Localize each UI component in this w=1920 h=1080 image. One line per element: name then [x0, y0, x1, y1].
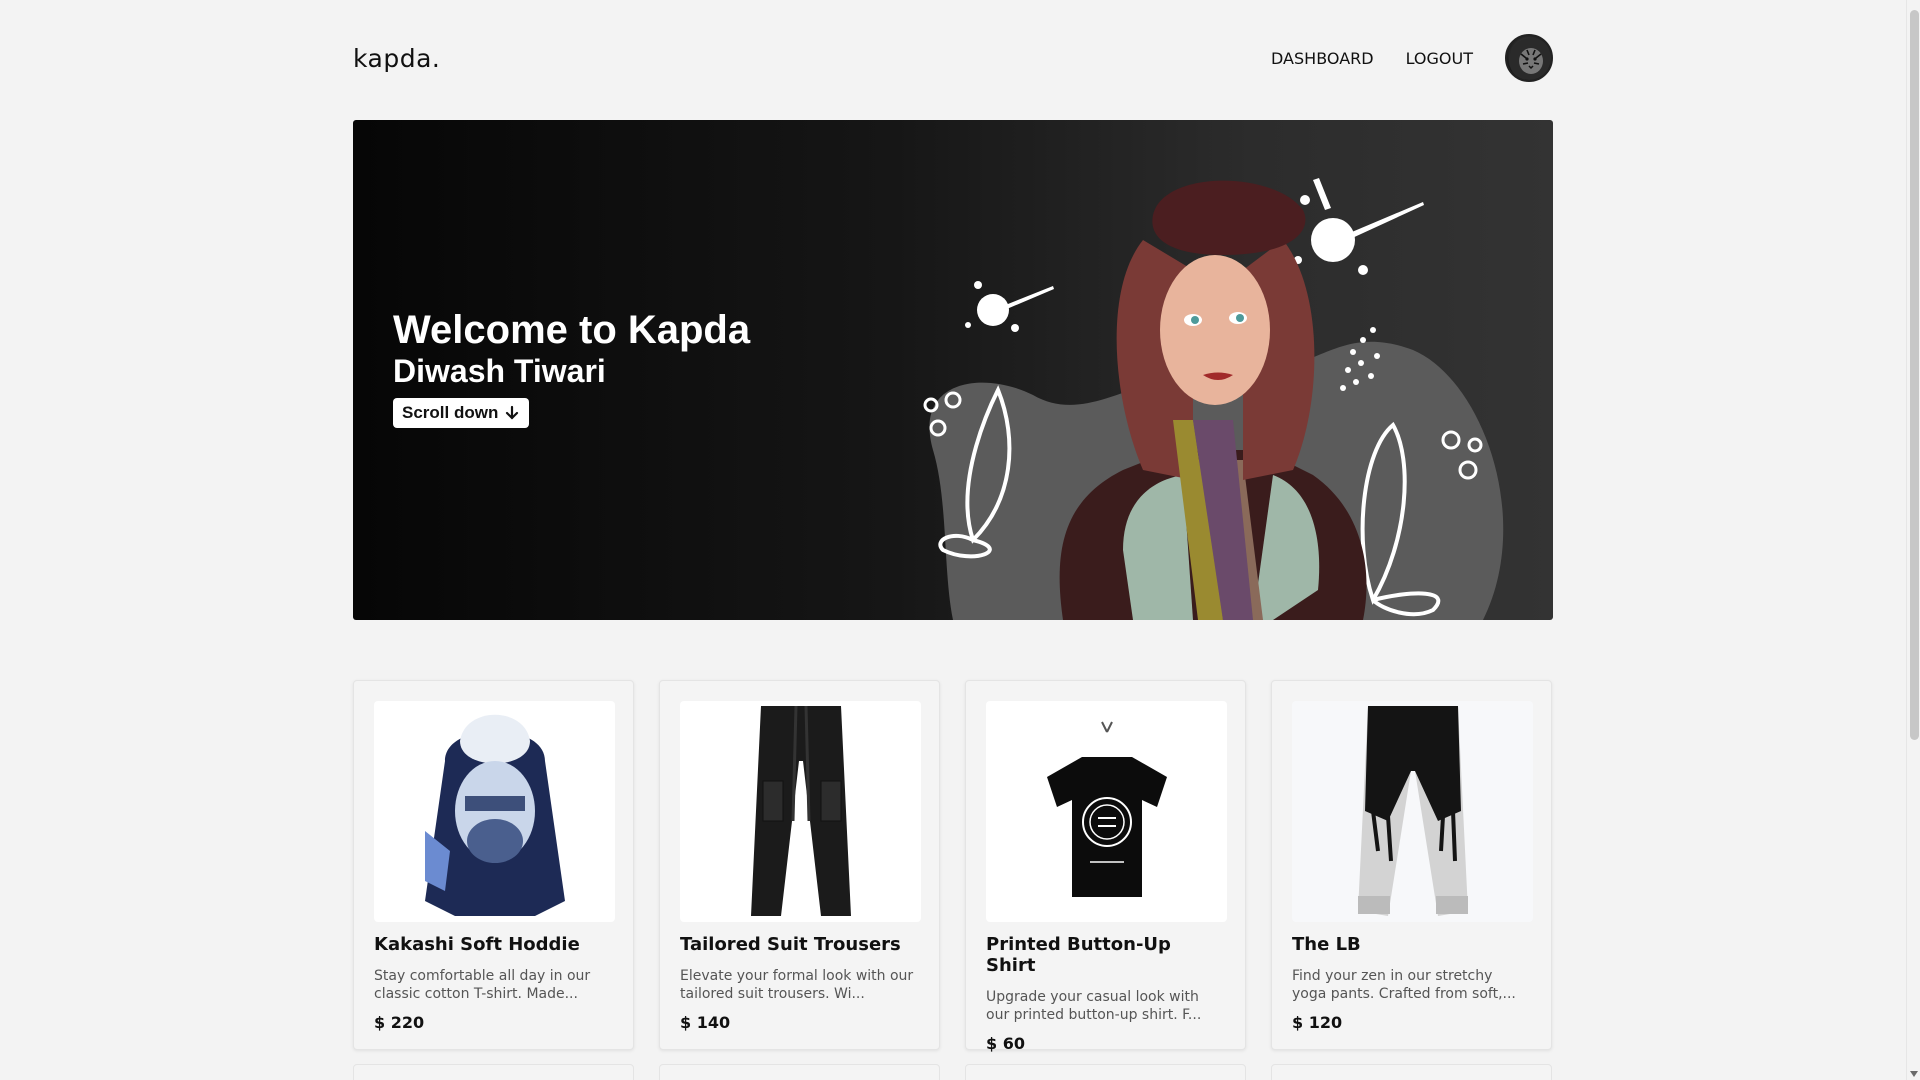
product-card[interactable] [353, 1064, 634, 1080]
product-card[interactable] [659, 1064, 940, 1080]
product-title: The LB [1292, 934, 1361, 955]
product-price: $ 120 [1292, 1013, 1343, 1032]
product-description: Stay comfortable all day in our classic … [374, 968, 591, 1002]
scrollbar-thumb[interactable] [1910, 10, 1919, 740]
product-price: $ 60 [986, 1034, 1025, 1053]
product-title: Printed Button-Up Shirt [986, 934, 1171, 976]
product-card[interactable] [1271, 1064, 1552, 1080]
product-image [680, 701, 921, 922]
arrow-down-icon [506, 405, 519, 420]
product-card[interactable]: The LB Find your zen in our stretchy yog… [1271, 680, 1552, 1050]
product-grid-next-row [353, 1064, 1553, 1080]
product-description: Find your zen in our stretchy yoga pants… [1292, 968, 1516, 1002]
hero-subtitle: Diwash Tiwari [393, 353, 606, 389]
joggers-image [1357, 706, 1468, 916]
product-price: $ 220 [374, 1013, 425, 1032]
tshirt-image [1046, 721, 1167, 897]
hero-banner: Welcome to Kapda Diwash Tiwari Scroll do… [353, 120, 1553, 620]
hero-text: Welcome to Kapda Diwash Tiwari Scroll do… [393, 308, 750, 428]
product-description: Elevate your formal look with our tailor… [680, 968, 914, 1002]
hoodie-image [424, 714, 565, 916]
product-title: Kakashi Soft Hoddie [374, 934, 580, 955]
trousers-image [750, 705, 851, 916]
product-card[interactable] [965, 1064, 1246, 1080]
product-card[interactable]: Tailored Suit Trousers Elevate your form… [659, 680, 940, 1050]
site-header: kapda. DASHBOARD LOGOUT [353, 30, 1553, 86]
hero-illustration [923, 178, 1504, 620]
scroll-down-label: Scroll down [402, 403, 499, 422]
product-image [986, 701, 1227, 922]
hero-title: Welcome to Kapda [393, 308, 751, 352]
nav-logout-link[interactable]: LOGOUT [1406, 49, 1473, 68]
nav-dashboard-link[interactable]: DASHBOARD [1271, 49, 1374, 68]
product-image [374, 701, 615, 922]
product-price: $ 140 [680, 1013, 731, 1032]
site-logo[interactable]: kapda. [353, 44, 440, 73]
user-avatar[interactable] [1505, 34, 1553, 82]
product-card[interactable]: Printed Button-Up Shirt Upgrade your cas… [965, 680, 1246, 1053]
product-image [1292, 701, 1533, 922]
product-grid: Kakashi Soft Hoddie Stay comfortable all… [353, 680, 1553, 1053]
tiger-avatar-icon [1509, 38, 1551, 80]
page-scrollbar[interactable] [1906, 0, 1920, 1080]
main-nav: DASHBOARD LOGOUT [1271, 34, 1553, 82]
scroll-down-arrow-icon[interactable] [1910, 1071, 1918, 1077]
product-title: Tailored Suit Trousers [680, 934, 901, 955]
product-card[interactable]: Kakashi Soft Hoddie Stay comfortable all… [353, 680, 634, 1050]
product-description: Upgrade your casual look with our printe… [986, 989, 1202, 1023]
scroll-down-button[interactable]: Scroll down [393, 398, 530, 428]
